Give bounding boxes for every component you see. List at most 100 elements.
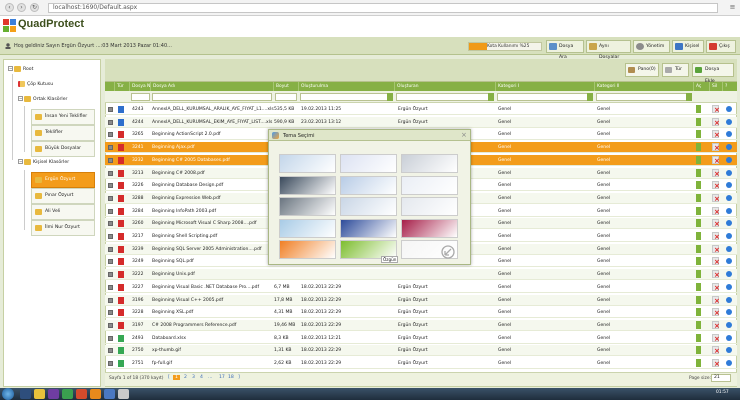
row-select[interactable] xyxy=(108,284,113,290)
delete-icon[interactable]: × xyxy=(712,117,720,127)
table-row[interactable]: 4244 AnnexIA_DELL_KURUMSAL_EKIM_AYE_FIYAT… xyxy=(105,116,737,128)
cell-file-name[interactable]: Beginning Microsoft Visual C Sharp 2008.… xyxy=(152,218,274,229)
download-icon[interactable] xyxy=(696,295,701,304)
row-select[interactable] xyxy=(108,183,113,189)
info-icon[interactable] xyxy=(726,271,732,278)
info-icon[interactable] xyxy=(726,169,732,176)
tree-node-offers[interactable]: Teklifler xyxy=(31,125,95,141)
cell-file-name[interactable]: Beginning Expression Web.pdf xyxy=(152,193,274,204)
tree-node-ilmi[interactable]: İlmi Nur Özyurt xyxy=(31,220,95,236)
download-icon[interactable] xyxy=(696,320,701,329)
info-icon[interactable] xyxy=(726,118,732,125)
pager-page-1[interactable]: 1 xyxy=(173,375,180,380)
delete-icon[interactable]: × xyxy=(712,232,720,241)
delete-icon[interactable]: × xyxy=(712,155,720,165)
tree-node-pinar[interactable]: Pınar Özyurt xyxy=(31,188,95,204)
cell-file-name[interactable]: Beginning C# 2005 Databases.pdf xyxy=(152,155,274,166)
theme-thumbnail[interactable] xyxy=(401,197,458,216)
row-select[interactable] xyxy=(108,361,113,366)
collapse-icon[interactable]: − xyxy=(18,96,23,101)
info-icon[interactable] xyxy=(726,182,732,189)
tree-node-ali[interactable]: Ali Veli xyxy=(31,204,95,220)
delete-icon[interactable]: × xyxy=(712,270,720,279)
dropdown-icon[interactable] xyxy=(488,93,494,101)
delete-icon[interactable]: × xyxy=(712,244,720,254)
delete-icon[interactable]: × xyxy=(712,105,720,114)
cell-file-name[interactable]: AnnexIA_DELL_KURUMSAL_ARALIK_AYE_FIYAT_L… xyxy=(152,104,274,115)
theme-thumbnail[interactable] xyxy=(401,218,458,238)
taskbar-app-icon[interactable] xyxy=(118,389,129,399)
col-category1[interactable]: Kategori I xyxy=(496,82,595,91)
download-icon[interactable] xyxy=(696,181,701,190)
cell-file-name[interactable]: Beginning Visual Basic .NET Database Pro… xyxy=(152,282,274,293)
type-button[interactable]: Tür xyxy=(662,63,689,77)
row-select[interactable] xyxy=(108,119,113,125)
download-icon[interactable] xyxy=(696,257,701,266)
cell-file-name[interactable]: xp-thumb.gif xyxy=(152,345,274,356)
info-icon[interactable] xyxy=(726,347,732,354)
col-file-name[interactable]: Dosya Adı xyxy=(151,82,274,91)
duplicate-files-button[interactable]: Aynı Dosyalar xyxy=(586,40,631,60)
close-icon[interactable]: × xyxy=(461,131,467,139)
download-icon[interactable] xyxy=(696,359,701,367)
theme-thumbnail[interactable] xyxy=(279,175,336,195)
theme-thumbnail[interactable] xyxy=(279,240,336,259)
col-owner[interactable]: Oluşturan xyxy=(395,82,496,91)
info-icon[interactable] xyxy=(726,194,732,201)
table-row[interactable]: 2751 fp-full.gif 2,62 KB 18.02.2013 22:29 Er… xyxy=(105,358,737,369)
taskbar-app-icon[interactable] xyxy=(62,389,73,399)
delete-icon[interactable]: × xyxy=(712,359,720,368)
table-row[interactable]: 2750 xp-thumb.gif 1,31 KB 18.02.2013 22:29 E… xyxy=(105,345,737,357)
col-type[interactable]: Tür xyxy=(115,82,130,91)
theme-thumbnail[interactable] xyxy=(401,175,458,195)
row-select[interactable] xyxy=(108,208,113,214)
row-select[interactable] xyxy=(108,259,113,265)
address-bar[interactable]: localhost:1690/Default.aspx xyxy=(48,3,718,13)
delete-icon[interactable]: × xyxy=(712,346,720,355)
row-select[interactable] xyxy=(108,145,113,151)
add-file-button[interactable]: Dosya Ekle xyxy=(692,63,734,84)
col-category2[interactable]: Kategori II xyxy=(595,82,694,91)
dropdown-icon[interactable] xyxy=(387,93,393,101)
delete-icon[interactable]: × xyxy=(712,168,720,178)
filter-file-name[interactable] xyxy=(152,93,272,101)
row-select[interactable] xyxy=(108,335,113,341)
table-row[interactable]: 4243 AnnexIA_DELL_KURUMSAL_ARALIK_AYE_FIY… xyxy=(105,104,737,115)
row-select[interactable] xyxy=(108,107,113,112)
info-icon[interactable] xyxy=(726,360,732,366)
cell-file-name[interactable]: Beginning Ajax.pdf xyxy=(152,142,274,153)
download-icon[interactable] xyxy=(696,270,701,279)
row-select[interactable] xyxy=(108,297,113,303)
cell-file-name[interactable]: fp-full.gif xyxy=(152,358,274,369)
filter-created[interactable] xyxy=(300,93,393,101)
row-select[interactable] xyxy=(108,310,113,316)
download-icon[interactable] xyxy=(696,308,701,317)
cell-file-name[interactable]: Beginning Unix.pdf xyxy=(152,269,274,280)
pager-page-4[interactable]: 4 xyxy=(200,375,203,380)
collapse-icon[interactable]: − xyxy=(18,159,23,164)
table-row[interactable]: 3197 C# 2008 Programmers Reference.pdf 19,… xyxy=(105,319,737,331)
pager-next[interactable]: ] xyxy=(238,375,240,380)
download-icon[interactable] xyxy=(696,206,701,215)
theme-thumbnail[interactable] xyxy=(279,154,336,173)
tree-node-trash[interactable]: Çöp Kutusu xyxy=(18,80,53,94)
pager-page-18[interactable]: 18 xyxy=(228,375,234,380)
delete-icon[interactable]: × xyxy=(712,257,720,266)
download-icon[interactable] xyxy=(696,130,701,139)
logout-button[interactable]: Çıkış xyxy=(706,40,736,53)
delete-icon[interactable]: × xyxy=(712,219,720,228)
taskbar-app-icon[interactable] xyxy=(34,389,45,399)
pager-page-3[interactable]: 3 xyxy=(192,375,195,380)
row-select[interactable] xyxy=(108,170,113,176)
cell-file-name[interactable]: Beginning XSL.pdf xyxy=(152,307,274,318)
filter-category1[interactable] xyxy=(497,93,593,101)
page-size-select[interactable]: 21 xyxy=(711,374,731,382)
col-info[interactable]: ? xyxy=(723,82,737,91)
row-select[interactable] xyxy=(108,132,113,138)
cell-file-name[interactable]: Databoard.xlsx xyxy=(152,333,274,344)
download-icon[interactable] xyxy=(696,244,701,253)
cell-file-name[interactable]: C# 2008 Programmers Reference.pdf xyxy=(152,320,274,331)
admin-button[interactable]: Yönetim xyxy=(633,40,670,53)
table-row[interactable]: 2493 Databoard.xlsx 8,3 KB 18.02.2013 12:21… xyxy=(105,333,737,344)
download-icon[interactable] xyxy=(696,333,701,342)
